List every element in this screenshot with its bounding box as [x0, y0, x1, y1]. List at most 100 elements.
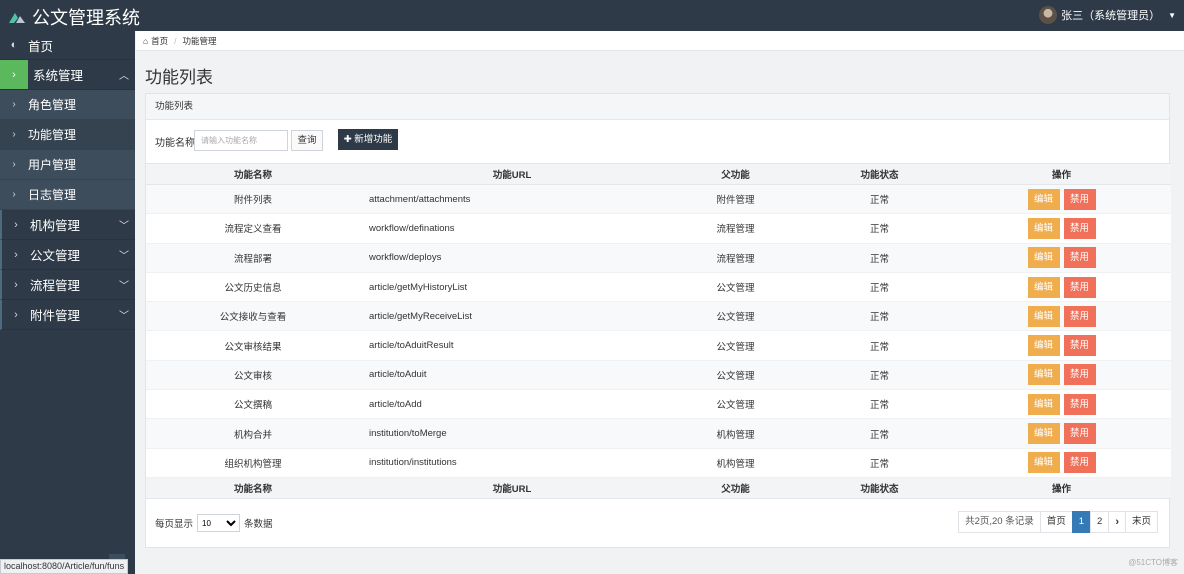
edit-button[interactable]: 编辑 [1027, 452, 1060, 474]
cell-name: 流程部署 [146, 243, 360, 273]
table-row: 流程部署 workflow/deploys 流程管理 正常 编辑 禁用 [146, 243, 1171, 273]
edit-button[interactable]: 编辑 [1027, 217, 1060, 239]
edit-button[interactable]: 编辑 [1027, 335, 1060, 357]
disable-button[interactable]: 禁用 [1063, 217, 1096, 239]
plus-icon: ✚ [343, 134, 352, 145]
user-menu[interactable]: 张三（系统管理员） ▼ [1039, 6, 1176, 24]
sidebar-item-functions[interactable]: › 功能管理 [0, 120, 135, 150]
cell-name: 机构合并 [146, 418, 360, 449]
disable-button[interactable]: 禁用 [1063, 247, 1096, 269]
add-function-button[interactable]: ✚ 新增功能 [338, 129, 398, 150]
cell-state: 正常 [807, 184, 952, 215]
sidebar-item-users[interactable]: › 用户管理 [0, 150, 135, 180]
query-button[interactable]: 查询 [291, 130, 323, 151]
sidebar-item-attachments[interactable]: › 附件管理 ﹀ [0, 300, 135, 330]
disable-button[interactable]: 禁用 [1063, 423, 1096, 445]
cell-state: 正常 [807, 360, 952, 391]
edit-button[interactable]: 编辑 [1027, 247, 1060, 269]
chevron-down-icon: ﹀ [119, 311, 129, 322]
cell-name: 公文审核 [146, 360, 360, 391]
first-page-button[interactable]: 首页 [1039, 511, 1073, 533]
column-header[interactable]: 功能状态 [807, 163, 952, 185]
caret-down-icon: ▼ [1168, 10, 1176, 20]
disable-button[interactable]: 禁用 [1063, 335, 1096, 357]
column-header[interactable]: 功能URL [360, 163, 664, 185]
page-2-button[interactable]: 2 [1090, 511, 1110, 533]
disable-button[interactable]: 禁用 [1063, 452, 1096, 474]
edit-button[interactable]: 编辑 [1027, 364, 1060, 386]
cell-state: 正常 [807, 418, 952, 449]
chevron-down-icon: ﹀ [119, 221, 129, 232]
cell-url: workflow/deploys [360, 243, 664, 273]
cell-state: 正常 [807, 272, 952, 303]
edit-button[interactable]: 编辑 [1027, 276, 1060, 298]
cell-actions: 编辑 禁用 [952, 389, 1171, 420]
disable-button[interactable]: 禁用 [1063, 364, 1096, 386]
cell-url: workflow/definations [360, 213, 664, 244]
page-size-label: 每页显示 [155, 519, 194, 530]
cell-url: article/getMyHistoryList [360, 272, 664, 303]
disable-button[interactable]: 禁用 [1063, 393, 1096, 415]
cell-state: 正常 [807, 389, 952, 420]
disable-button[interactable]: 禁用 [1063, 276, 1096, 298]
function-list-panel: 功能列表 功能名称 查询 ✚ 新增功能 功能名称 功能URL 父功能 功能状态 … [145, 93, 1171, 548]
disable-button[interactable]: 禁用 [1063, 305, 1096, 327]
cell-parent: 公文管理 [664, 360, 807, 391]
chevron-right-icon: › [12, 99, 16, 110]
cell-parent: 公文管理 [664, 389, 807, 420]
edit-button[interactable]: 编辑 [1027, 305, 1060, 327]
cell-name: 公文审核结果 [146, 330, 360, 361]
sidebar-item-label: 用户管理 [28, 158, 77, 172]
add-function-label: 新增功能 [354, 134, 393, 145]
last-page-button[interactable]: 末页 [1124, 511, 1158, 533]
sidebar-item-label: 功能管理 [28, 128, 77, 142]
search-input[interactable] [194, 130, 288, 151]
cell-parent: 公文管理 [664, 330, 807, 361]
chevron-down-icon: ﹀ [119, 251, 129, 262]
cell-parent: 附件管理 [664, 184, 807, 215]
page-size-suffix: 条数据 [244, 519, 273, 530]
sidebar-item-roles[interactable]: › 角色管理 [0, 90, 135, 120]
table-row: 流程定义查看 workflow/definations 流程管理 正常 编辑 禁用 [146, 213, 1171, 244]
cell-parent: 机构管理 [664, 418, 807, 449]
cell-url: institution/institutions [360, 448, 664, 478]
sidebar-item-home[interactable]: ◐ 首页 [0, 31, 135, 60]
brand[interactable]: 公文管理系统 [8, 4, 140, 30]
chevron-right-icon: › [0, 60, 28, 89]
cell-parent: 公文管理 [664, 301, 807, 332]
page-size-control: 每页显示 10 条数据 [155, 514, 273, 532]
cell-url: attachment/attachments [360, 184, 664, 215]
cell-parent: 流程管理 [664, 213, 807, 244]
sidebar-item-label: 附件管理 [30, 309, 81, 323]
sidebar-item-institutions[interactable]: › 机构管理 ﹀ [0, 210, 135, 240]
edit-button[interactable]: 编辑 [1027, 393, 1060, 415]
sidebar-item-system[interactable]: › 系统管理 ︿ [0, 60, 135, 90]
cell-actions: 编辑 禁用 [952, 330, 1171, 361]
edit-button[interactable]: 编辑 [1027, 423, 1060, 445]
sidebar-item-logs[interactable]: › 日志管理 [0, 180, 135, 210]
column-header: 操作 [952, 163, 1171, 185]
next-page-icon[interactable]: › [1108, 511, 1126, 533]
page-size-select[interactable]: 10 [197, 514, 241, 532]
sidebar: ◐ 首页 › 系统管理 ︿ › 角色管理 › 功能管理 › 用户管理 › 日志管… [0, 31, 135, 574]
edit-button[interactable]: 编辑 [1027, 188, 1060, 210]
column-header[interactable]: 功能名称 [146, 163, 360, 185]
cell-actions: 编辑 禁用 [952, 360, 1171, 391]
disable-button[interactable]: 禁用 [1063, 188, 1096, 210]
chevron-right-icon: › [14, 218, 18, 231]
sidebar-item-documents[interactable]: › 公文管理 ﹀ [0, 240, 135, 270]
sidebar-item-label: 流程管理 [30, 279, 81, 293]
sidebar-item-workflow[interactable]: › 流程管理 ﹀ [0, 270, 135, 300]
page-1-button[interactable]: 1 [1071, 511, 1092, 533]
top-bar: 公文管理系统 张三（系统管理员） ▼ [0, 0, 1184, 31]
cell-name: 附件列表 [146, 184, 360, 215]
chevron-right-icon: › [12, 189, 16, 200]
column-header[interactable]: 父功能 [664, 163, 807, 185]
page-title: 功能列表 [145, 68, 213, 87]
cell-state: 正常 [807, 330, 952, 361]
cell-actions: 编辑 禁用 [952, 213, 1171, 244]
breadcrumb-home[interactable]: 首页 [151, 35, 168, 47]
dashboard-icon: ◐ [10, 39, 18, 51]
column-footer: 父功能 [664, 476, 807, 499]
cell-url: article/toAduit [360, 360, 664, 391]
